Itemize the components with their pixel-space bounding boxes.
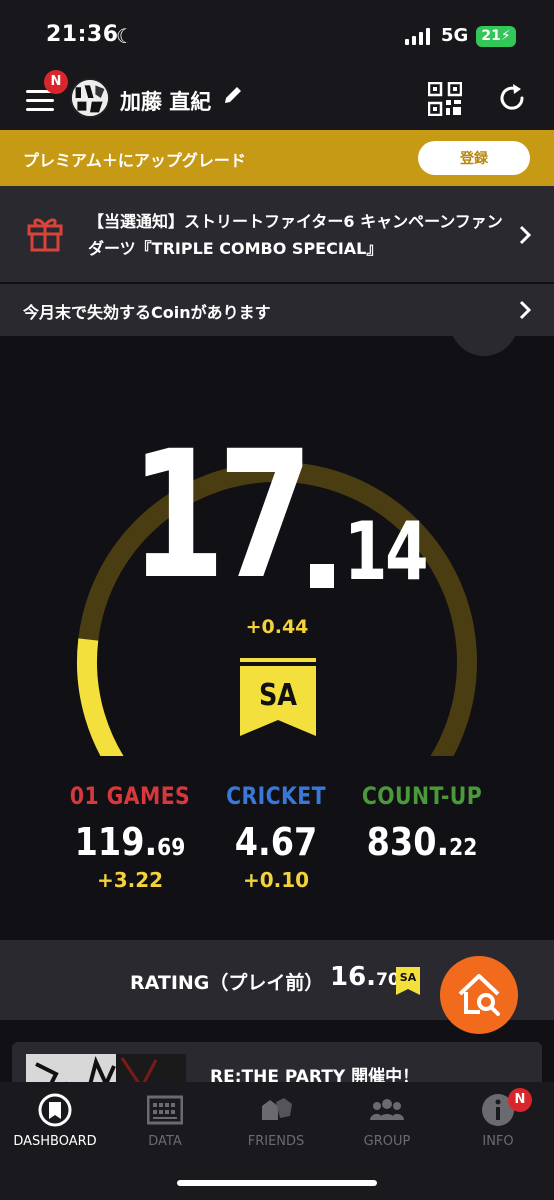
- campaign-notice[interactable]: 【当選通知】ストリートファイター6 キャンペーンファンダーツ『TRIPLE CO…: [0, 186, 554, 282]
- edit-icon[interactable]: [222, 84, 244, 106]
- data-icon: [147, 1095, 183, 1125]
- settings-button-partial[interactable]: [450, 336, 518, 356]
- tab-data[interactable]: DATA: [110, 1092, 220, 1149]
- chevron-right-icon: [519, 225, 532, 245]
- rating-diff: +0.44: [245, 616, 309, 638]
- tab-label: DASHBOARD: [13, 1134, 97, 1149]
- moon-icon: ☾: [116, 24, 134, 48]
- network-type: 5G: [441, 25, 469, 46]
- rating-decimal: 14: [344, 505, 429, 598]
- dashboard-icon: [38, 1093, 72, 1127]
- rating-integer: 17: [130, 413, 313, 618]
- grade-flag: SA: [240, 658, 316, 742]
- qr-code-icon[interactable]: [428, 82, 462, 116]
- grade-label: SA: [258, 678, 298, 713]
- avatar[interactable]: [70, 78, 110, 118]
- battery-level: 21: [481, 28, 501, 44]
- username[interactable]: 加藤 直紀: [120, 86, 211, 116]
- tab-group[interactable]: GROUP: [332, 1092, 442, 1149]
- rating-decimal-point: [310, 564, 334, 588]
- app-header: N 加藤 直紀: [0, 70, 554, 130]
- tab-label: DATA: [148, 1134, 182, 1149]
- previous-grade-badge: SA: [396, 967, 420, 995]
- menu-badge: N: [44, 70, 68, 94]
- game-stats: 01 GAMES 119.69 +3.22 CRICKET 4.67 +0.10…: [0, 782, 554, 902]
- rating-panel: 17 14 +0.44 SA 01 GAMES 119.69 +3.22 CRI…: [0, 336, 554, 940]
- gift-icon: [27, 218, 63, 252]
- shop-search-button[interactable]: [440, 956, 518, 1034]
- premium-label: プレミアム＋にアップグレード: [23, 151, 246, 170]
- home-indicator: [177, 1180, 377, 1186]
- friends-icon: [262, 1098, 292, 1120]
- tab-info[interactable]: INFO: [443, 1092, 553, 1149]
- tab-dashboard[interactable]: DASHBOARD: [0, 1092, 110, 1149]
- status-time: 21:36: [46, 22, 119, 47]
- tab-friends[interactable]: FRIENDS: [221, 1092, 331, 1149]
- status-bar: 21:36 ☾ 5G 21⚡: [0, 0, 554, 70]
- premium-banner[interactable]: プレミアム＋にアップグレード 登録: [0, 130, 554, 186]
- previous-rating-label: RATING（プレイ前）: [130, 972, 324, 994]
- stat-count-up[interactable]: COUNT-UP 830.22: [332, 782, 512, 868]
- previous-rating-value: 16.70: [330, 962, 400, 992]
- tab-label: INFO: [482, 1134, 514, 1149]
- group-icon: [370, 1099, 404, 1120]
- signal-icon: [405, 27, 430, 45]
- stat-name: COUNT-UP: [361, 782, 483, 810]
- coin-notice-text: 今月末で失効するCoinがあります: [23, 303, 271, 322]
- register-button[interactable]: 登録: [418, 141, 530, 175]
- stat-name: CRICKET: [226, 782, 326, 810]
- coin-expiry-notice[interactable]: 今月末で失効するCoinがあります: [0, 284, 554, 336]
- notice-text: 【当選通知】ストリートファイター6 キャンペーンファンダーツ『TRIPLE CO…: [88, 212, 503, 258]
- stat-diff: +0.10: [242, 868, 310, 892]
- tab-label: FRIENDS: [247, 1134, 305, 1149]
- gauge-progress: [76, 638, 124, 756]
- tab-label: GROUP: [363, 1134, 411, 1149]
- stat-value: 830.22: [366, 820, 478, 864]
- stat-name: 01 GAMES: [69, 782, 191, 810]
- home-search-icon: [458, 974, 500, 1016]
- battery-icon: 21⚡: [476, 26, 516, 47]
- chevron-right-icon: [519, 300, 532, 320]
- refresh-icon[interactable]: [496, 82, 528, 114]
- info-badge: N: [508, 1088, 532, 1112]
